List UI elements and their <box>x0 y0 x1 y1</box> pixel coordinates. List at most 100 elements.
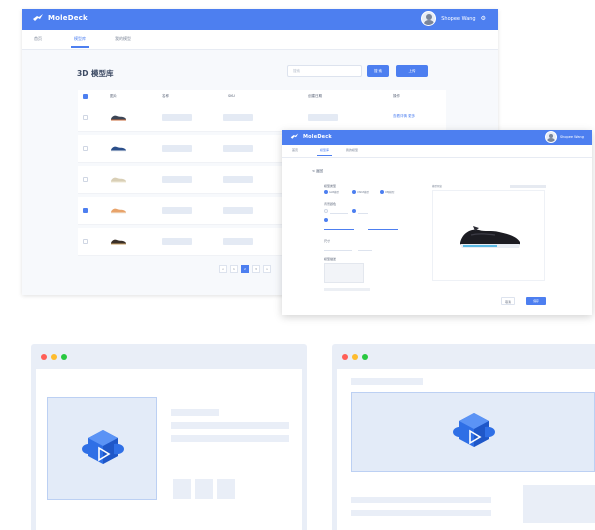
radio-bg-2[interactable] <box>352 209 356 213</box>
name-cell <box>162 238 192 245</box>
search-input[interactable]: 搜索 <box>287 65 362 77</box>
page-3[interactable]: 3 <box>252 265 260 273</box>
sku-cell <box>223 145 253 152</box>
sku-cell <box>223 114 253 121</box>
browser-content <box>337 369 595 530</box>
column-actions: 操作 <box>393 94 400 98</box>
user-menu[interactable]: Shopee Wang <box>544 131 584 143</box>
back-link[interactable]: < 返回 <box>312 169 323 174</box>
description-label: 模型描述 <box>324 257 337 261</box>
tab-home[interactable]: 首页 <box>292 148 298 152</box>
browser-mockup-left <box>31 344 307 530</box>
window-controls <box>41 354 67 360</box>
color-input-2[interactable] <box>368 223 398 230</box>
model-type-label: 模型类型 <box>324 184 337 188</box>
page-2[interactable]: 2 <box>241 265 249 273</box>
preview-label: 模型预览 <box>432 185 443 188</box>
upload-button[interactable]: 上传 <box>396 65 428 77</box>
bg-option-1[interactable] <box>330 207 348 214</box>
window-controls <box>342 354 368 360</box>
tab-model-library[interactable]: 模型库 <box>316 148 333 156</box>
description-textarea[interactable] <box>324 263 364 283</box>
table-row[interactable]: 查看详情 更多 <box>78 104 446 132</box>
page-prev[interactable]: < <box>219 265 227 273</box>
moledeck-bird-icon <box>33 14 43 21</box>
avatar[interactable] <box>421 11 437 26</box>
search-button[interactable]: 搜 索 <box>367 65 389 77</box>
text-placeholder-short <box>171 409 219 416</box>
page-title: 3D 模型库 <box>77 69 114 78</box>
page-1[interactable]: 1 <box>230 265 238 273</box>
thumb-placeholder <box>195 479 213 499</box>
brand-name: MoleDeck <box>303 133 332 140</box>
name-cell <box>162 145 192 152</box>
radio-glb[interactable] <box>324 190 328 194</box>
name-cell <box>162 176 192 183</box>
model-detail-window: MoleDeck Shopee Wang 首页 模型库 我的模型 < 返回 模型… <box>282 130 592 315</box>
name-cell <box>162 207 192 214</box>
model-preview[interactable] <box>432 190 545 281</box>
height-input[interactable] <box>358 244 372 251</box>
thumb-placeholder <box>173 479 191 499</box>
brand-logo[interactable]: MoleDeck <box>290 132 332 141</box>
row-checkbox[interactable] <box>83 208 88 213</box>
column-image: 图片 <box>110 94 117 98</box>
browser-content <box>36 369 302 530</box>
banner-placeholder <box>351 392 595 472</box>
text-placeholder <box>351 378 423 385</box>
browser-mockup-right <box>332 344 595 530</box>
width-input[interactable] <box>324 244 352 251</box>
image-placeholder <box>47 397 157 500</box>
row-checkbox[interactable] <box>83 177 88 182</box>
tab-my-models[interactable]: 我的模型 <box>346 148 358 152</box>
avatar[interactable] <box>544 131 557 143</box>
preview-toolbar[interactable] <box>510 185 546 188</box>
column-created[interactable]: 创建日期 <box>308 94 322 99</box>
search-placeholder: 搜索 <box>293 69 300 73</box>
radio-usdz[interactable] <box>352 190 356 194</box>
radio-obj-label: OBJ模型 <box>385 191 395 194</box>
color-input-1[interactable] <box>324 223 354 230</box>
shoe-thumbnail <box>111 177 126 183</box>
date-cell <box>308 114 338 121</box>
radio-obj[interactable] <box>380 190 384 194</box>
row-checkbox[interactable] <box>83 115 88 120</box>
tab-home[interactable]: 首页 <box>34 36 42 42</box>
cancel-button[interactable]: 取消 <box>501 297 515 305</box>
minimize-dot <box>51 354 57 360</box>
gear-icon[interactable]: ⚙ <box>481 15 486 22</box>
image-placeholder-small <box>523 485 595 523</box>
top-navbar: MoleDeck Shopee Wang <box>282 130 592 145</box>
radio-bg-3[interactable] <box>324 218 328 222</box>
shoe-thumbnail <box>111 115 126 121</box>
top-navbar: MoleDeck Shopee Wang ⚙ <box>22 9 498 30</box>
user-name: Shopee Wang <box>441 15 476 22</box>
user-menu[interactable]: Shopee Wang ⚙ <box>421 11 486 26</box>
close-dot <box>342 354 348 360</box>
row-checkbox[interactable] <box>83 146 88 151</box>
moledeck-bird-icon <box>290 133 299 139</box>
text-placeholder <box>351 497 491 503</box>
shoe-thumbnail <box>111 208 126 214</box>
radio-bg-1[interactable] <box>324 209 328 213</box>
row-actions[interactable]: 查看详情 更多 <box>393 114 415 119</box>
minimize-dot <box>352 354 358 360</box>
save-button[interactable]: 保存 <box>526 297 546 305</box>
tab-bar: 首页 模型库 我的模型 <box>22 30 498 50</box>
brand-logo[interactable]: MoleDeck <box>32 12 88 24</box>
user-name: Shopee Wang <box>559 135 584 139</box>
select-all-checkbox[interactable] <box>83 94 88 99</box>
bg-option-2[interactable] <box>358 207 368 214</box>
shoe-thumbnail <box>111 239 126 245</box>
column-sku[interactable]: SKU <box>228 94 235 98</box>
tab-my-models[interactable]: 我的模型 <box>115 36 131 42</box>
column-name[interactable]: 名称 <box>162 94 169 99</box>
3d-cube-play-icon <box>453 413 495 447</box>
table-header: 图片 名称 SKU 创建日期 操作 <box>78 90 446 104</box>
tab-model-library[interactable]: 模型库 <box>71 36 89 48</box>
text-placeholder <box>171 435 289 442</box>
page-next[interactable]: > <box>263 265 271 273</box>
thumb-placeholder <box>217 479 235 499</box>
row-checkbox[interactable] <box>83 239 88 244</box>
sku-cell <box>223 238 253 245</box>
